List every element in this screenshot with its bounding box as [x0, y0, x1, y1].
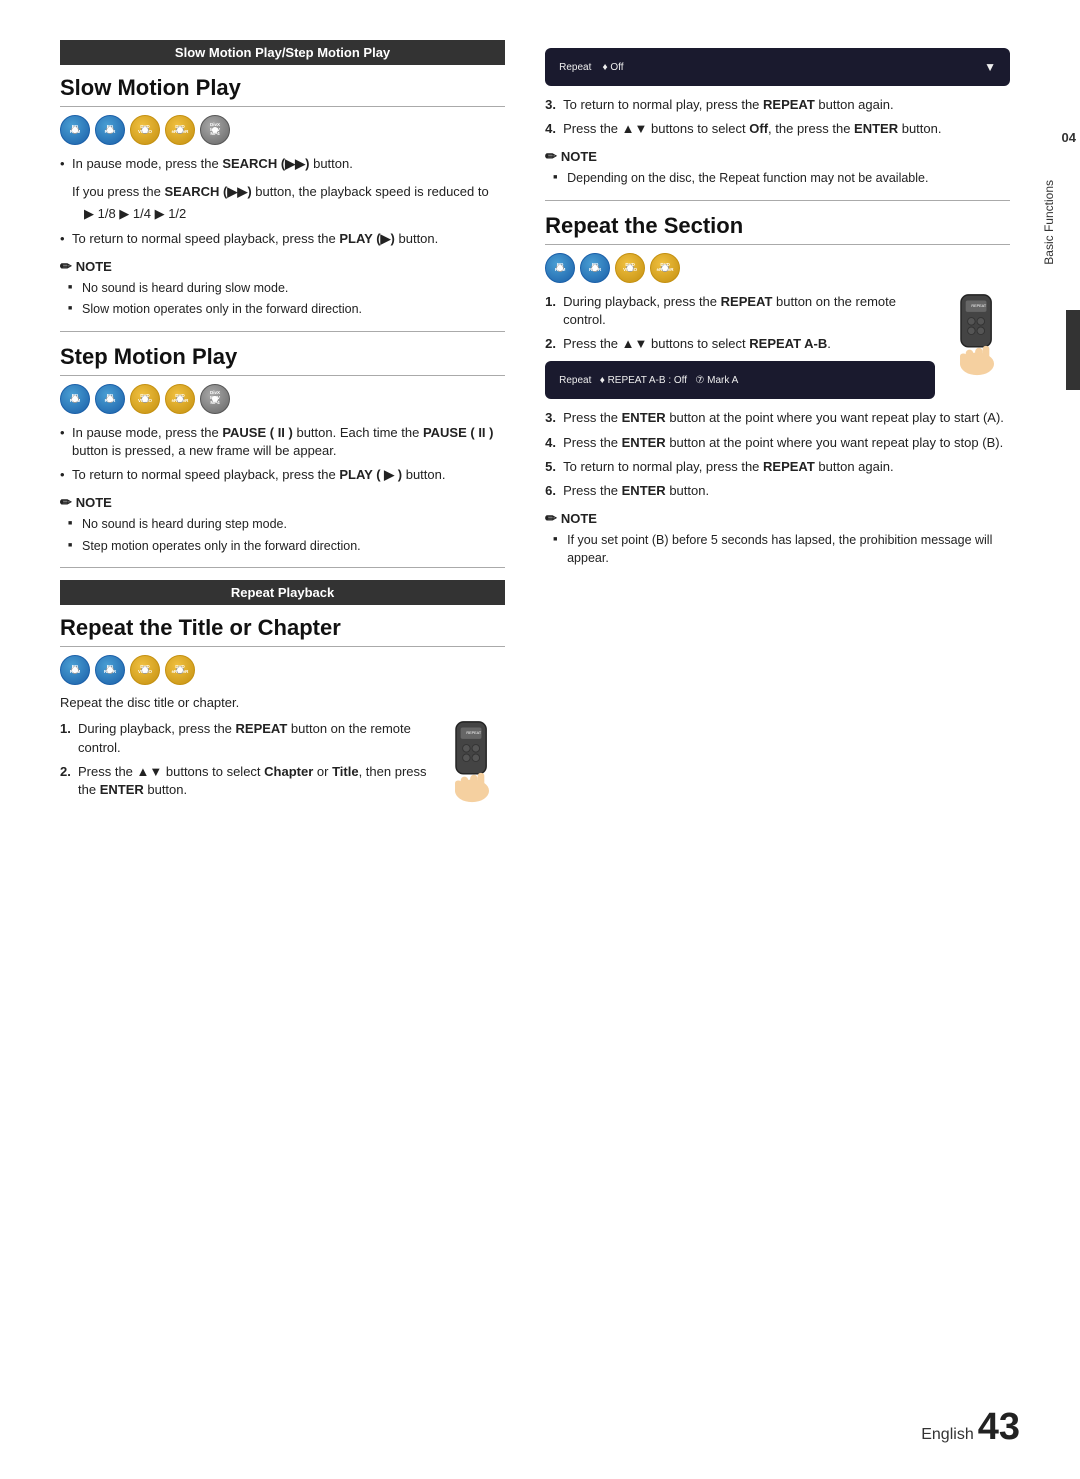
slow-motion-bullet2: To return to normal speed playback, pres… [60, 230, 505, 248]
step-motion-bullet2: To return to normal speed playback, pres… [60, 466, 505, 484]
right-note1-item1: Depending on the disc, the Repeat functi… [553, 170, 1010, 188]
rs-note-item1: If you set point (B) before 5 seconds ha… [553, 532, 1010, 567]
right-note1-icon: ✏ [545, 148, 557, 165]
rs-note-list: If you set point (B) before 5 seconds ha… [553, 532, 1010, 567]
repeat-title-section: Repeat Playback Repeat the Title or Chap… [60, 580, 505, 799]
repeat-step2: 2.Press the ▲▼ buttons to select Chapter… [60, 763, 505, 799]
repeat-section-steps-list: 1.During playback, press the REPEAT butt… [545, 293, 1010, 354]
chapter-number: 04 [1062, 130, 1076, 145]
disc-bd-re: BDRE/R [95, 115, 125, 145]
rs-step2: 2.Press the ▲▼ buttons to select REPEAT … [545, 335, 1010, 353]
side-tab: 04 Basic Functions [1038, 0, 1080, 1479]
slow-motion-note-title: ✏ NOTE [60, 258, 505, 275]
right-step4: 4.Press the ▲▼ buttons to select Off, th… [545, 120, 1010, 138]
step-disc-dvd-rw: DVD±RW/±R [165, 384, 195, 414]
page-container: 04 Basic Functions Slow Motion Play/Step… [0, 0, 1080, 1479]
repeat-title-disc-icons: BDROM BDRE/-R DVDVIDEO DVD±RW/±R [60, 655, 505, 685]
repeat-disc-bd-re: BDRE/-R [95, 655, 125, 685]
right-steps-continued: 3.To return to normal play, press the RE… [545, 96, 1010, 138]
slow-motion-note-list: No sound is heard during slow mode. Slow… [68, 280, 505, 319]
divider2 [60, 567, 505, 568]
step-disc-dv-mp4: DivXMKVMP4 [200, 384, 230, 414]
rs-step5: 5.To return to normal play, press the RE… [545, 458, 1010, 476]
right-note1-list: Depending on the disc, the Repeat functi… [553, 170, 1010, 188]
repeat-playback-header-box: Repeat Playback [60, 580, 505, 605]
right-note1: ✏ NOTE Depending on the disc, the Repeat… [545, 148, 1010, 188]
slow-motion-note: ✏ NOTE No sound is heard during slow mod… [60, 258, 505, 319]
slow-motion-bullets: In pause mode, press the SEARCH (▶▶) but… [60, 155, 505, 173]
rs-disc-dvd-video: DVDVIDEO [615, 253, 645, 283]
left-column: Slow Motion Play/Step Motion Play Slow M… [60, 40, 535, 1439]
repeat-disc-bd-rom: BDROM [60, 655, 90, 685]
step-motion-bullet1: In pause mode, press the PAUSE ( II ) bu… [60, 424, 505, 460]
repeat-section: Repeat the Section BDROM BDRE/-R DVDVIDE… [545, 213, 1010, 567]
rs-step1: 1.During playback, press the REPEAT butt… [545, 293, 1010, 329]
note-icon: ✏ [60, 258, 72, 275]
right-step3: 3.To return to normal play, press the RE… [545, 96, 1010, 114]
step-disc-dvd-video: DVDVIDEO [130, 384, 160, 414]
step-motion-note-item1: No sound is heard during step mode. [68, 516, 505, 534]
repeat-section-disc-icons: BDROM BDRE/-R DVDVIDEO DVD±RW/±R [545, 253, 1010, 283]
step-motion-section: Step Motion Play BDROM BDRE/R DVDVIDEO D… [60, 344, 505, 556]
step-motion-note-title: ✏ NOTE [60, 494, 505, 511]
step-note-icon: ✏ [60, 494, 72, 511]
screen-ab-text: Repeat ♦ REPEAT A-B : Off ⑦ Mark A [559, 375, 921, 386]
slow-motion-disc-icons: BDROM BDRE/R DVDVIDEO DVD±RW/±R DivXMKVM… [60, 115, 505, 145]
right-column: Repeat ♦ Off ▼ 3.To return to normal pla… [535, 40, 1010, 1439]
disc-dv-mp4: DivXMKVMP4 [200, 115, 230, 145]
slow-motion-header-box: Slow Motion Play/Step Motion Play [60, 40, 505, 65]
disc-dvd-video: DVDVIDEO [130, 115, 160, 145]
repeat-step1: 1.During playback, press the REPEAT butt… [60, 720, 505, 756]
repeat-title-steps: REPEAT [60, 720, 505, 799]
right-note1-title: ✏ NOTE [545, 148, 1010, 165]
chapter-title: Basic Functions [1042, 180, 1080, 265]
repeat-title-num-list: 1.During playback, press the REPEAT butt… [60, 720, 505, 799]
screen-repeat-label: Repeat ♦ Off [559, 62, 974, 73]
slow-motion-note-item1: No sound is heard during slow mode. [68, 280, 505, 298]
footer-language: English [921, 1426, 973, 1444]
screen-mock-ab: Repeat ♦ REPEAT A-B : Off ⑦ Mark A [545, 361, 935, 399]
step-motion-note-item2: Step motion operates only in the forward… [68, 538, 505, 556]
rs-disc-bd-rom: BDROM [545, 253, 575, 283]
repeat-section-steps2-list: 3.Press the ENTER button at the point wh… [545, 409, 1010, 500]
rs-note-icon: ✏ [545, 510, 557, 527]
rs-disc-bd-re: BDRE/-R [580, 253, 610, 283]
step-motion-title: Step Motion Play [60, 344, 505, 376]
repeat-section-title: Repeat the Section [545, 213, 1010, 245]
rs-note-title: ✏ NOTE [545, 510, 1010, 527]
rs-step4: 4.Press the ENTER button at the point wh… [545, 434, 1010, 452]
step-motion-bullets: In pause mode, press the PAUSE ( II ) bu… [60, 424, 505, 485]
slow-motion-bullet2-list: To return to normal speed playback, pres… [60, 230, 505, 248]
step-motion-disc-icons: BDROM BDRE/R DVDVIDEO DVD±RW/±R DivXMKVM… [60, 384, 505, 414]
step-disc-bd-re: BDRE/R [95, 384, 125, 414]
repeat-section-steps1: REPEAT 1.During p [545, 293, 1010, 354]
step-disc-bd-rom: BDROM [60, 384, 90, 414]
divider1 [60, 331, 505, 332]
slow-motion-sub-text: If you press the SEARCH (▶▶) button, the… [60, 183, 505, 201]
screen-mock-top: Repeat ♦ Off ▼ [545, 48, 1010, 86]
slow-motion-speed: ▶ 1/8 ▶ 1/4 ▶ 1/2 [60, 205, 505, 223]
disc-dvd-rw: DVD±RW/±R [165, 115, 195, 145]
slow-motion-title: Slow Motion Play [60, 75, 505, 107]
side-tab-bar [1066, 310, 1080, 390]
step-motion-note-list: No sound is heard during step mode. Step… [68, 516, 505, 555]
repeat-title-heading: Repeat the Title or Chapter [60, 615, 505, 647]
slow-motion-bullet1: In pause mode, press the SEARCH (▶▶) but… [60, 155, 505, 173]
rs-disc-dvd-rw: DVD±RW/±R [650, 253, 680, 283]
repeat-disc-dvd-video: DVDVIDEO [130, 655, 160, 685]
repeat-section-note: ✏ NOTE If you set point (B) before 5 sec… [545, 510, 1010, 567]
footer: English 43 [921, 1406, 1020, 1449]
screen-arrow: ▼ [984, 60, 996, 74]
disc-bd-rom: BDROM [60, 115, 90, 145]
main-content: Slow Motion Play/Step Motion Play Slow M… [0, 0, 1040, 1479]
slow-motion-section: Slow Motion Play/Step Motion Play Slow M… [60, 40, 505, 319]
divider3 [545, 200, 1010, 201]
step-motion-note: ✏ NOTE No sound is heard during step mod… [60, 494, 505, 555]
slow-motion-note-item2: Slow motion operates only in the forward… [68, 301, 505, 319]
footer-page-number: 43 [978, 1406, 1020, 1449]
repeat-intro: Repeat the disc title or chapter. [60, 695, 505, 710]
repeat-disc-dvd-rw: DVD±RW/±R [165, 655, 195, 685]
rs-step6: 6.Press the ENTER button. [545, 482, 1010, 500]
rs-step3: 3.Press the ENTER button at the point wh… [545, 409, 1010, 427]
